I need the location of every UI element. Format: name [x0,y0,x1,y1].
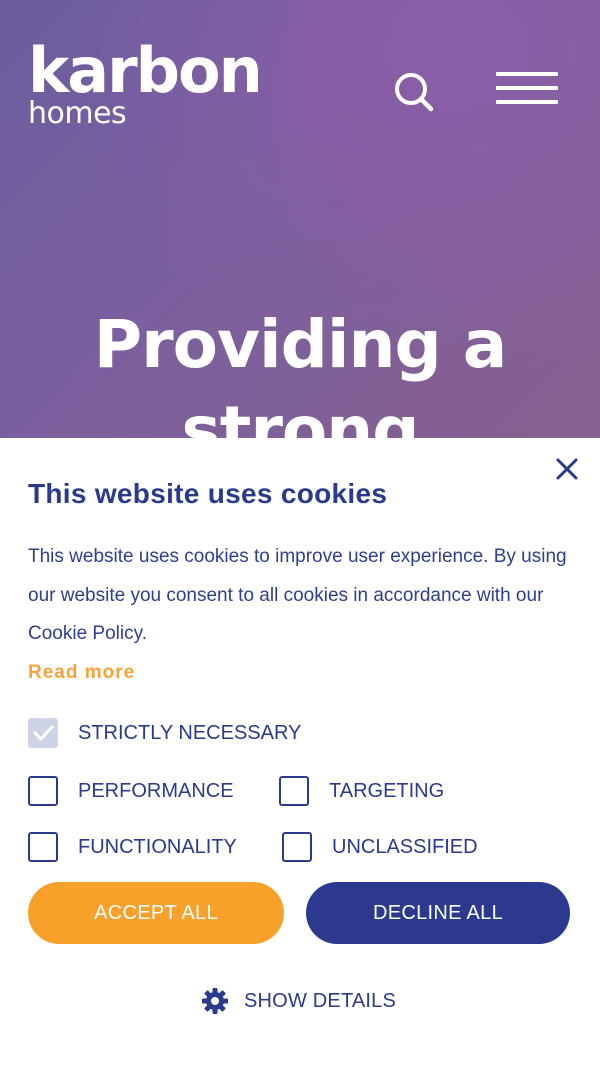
performance-checkbox[interactable] [28,776,58,806]
hero-banner: karbon homes Providing a strong [0,0,600,440]
checkbox-strictly-necessary[interactable]: STRICTLY NECESSARY [28,718,301,748]
targeting-label: TARGETING [329,779,445,802]
strictly-necessary-checkbox[interactable] [28,718,58,748]
unclassified-checkbox[interactable] [282,832,312,862]
show-details-label: SHOW DETAILS [244,989,397,1012]
hero-title-line-1: Providing a [93,306,508,383]
performance-label: PERFORMANCE [78,779,234,802]
cookie-consent-panel: This website uses cookies This website u… [0,438,600,1065]
checkmark-icon [33,725,54,741]
checkbox-unclassified[interactable]: UNCLASSIFIED [282,832,478,862]
hamburger-menu-icon [496,72,558,76]
functionality-checkbox[interactable] [28,832,58,862]
menu-button[interactable] [496,72,558,108]
hero-title: Providing a strong [0,302,600,440]
strictly-necessary-label: STRICTLY NECESSARY [78,721,302,744]
logo-wordmark: karbon [28,34,263,107]
cookie-title: This website uses cookies [28,478,388,509]
read-more-link[interactable]: Read more [28,662,135,684]
close-button[interactable] [554,456,580,482]
karbon-homes-logo[interactable]: karbon homes [28,34,263,130]
functionality-label: FUNCTIONALITY [78,835,237,858]
search-icon [395,73,434,112]
cookie-description: This website uses cookies to improve use… [28,546,567,644]
decline-all-button[interactable]: DECLINE ALL [306,882,570,944]
targeting-checkbox[interactable] [279,776,309,806]
checkbox-functionality[interactable]: FUNCTIONALITY [28,832,237,862]
search-button[interactable] [392,70,436,114]
close-icon [556,458,578,480]
checkbox-targeting[interactable]: TARGETING [279,776,444,806]
hero-title-line-2: strong [181,392,420,440]
accept-all-button[interactable]: ACCEPT ALL [28,882,284,944]
unclassified-label: UNCLASSIFIED [332,835,478,858]
show-details-button[interactable]: SHOW DETAILS [200,986,396,1016]
gear-icon [202,988,228,1014]
checkbox-performance[interactable]: PERFORMANCE [28,776,234,806]
